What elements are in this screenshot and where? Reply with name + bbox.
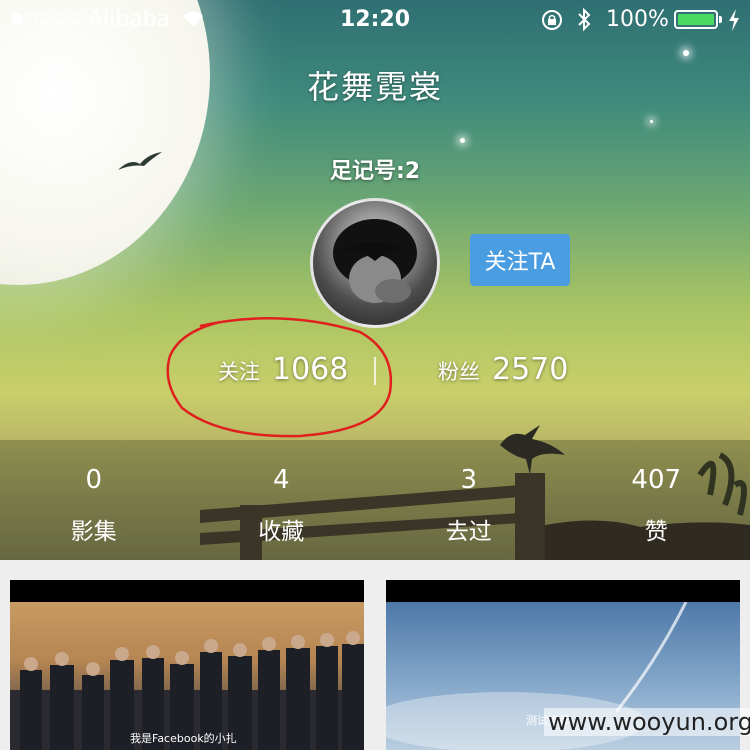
rotation-lock-icon <box>542 10 562 30</box>
count-albums[interactable]: 0 影集 <box>0 462 188 552</box>
red-circle-annotation <box>166 317 393 438</box>
battery-icon <box>674 10 722 29</box>
count-value: 4 <box>272 465 290 495</box>
avatar[interactable] <box>310 198 440 328</box>
status-bar: Alibaba 12:20 100% <box>0 0 750 40</box>
count-value: 0 <box>85 465 103 495</box>
battery-percent: 100% <box>606 7 669 32</box>
bluetooth-icon <box>578 7 591 32</box>
count-label: 收藏 <box>258 519 305 545</box>
moon-illustration <box>0 0 210 285</box>
count-visited[interactable]: 3 去过 <box>375 462 563 552</box>
charging-bolt-icon <box>729 9 739 31</box>
count-label: 去过 <box>445 519 492 545</box>
fans-count: 2570 <box>492 352 569 387</box>
card-header-bar <box>10 580 364 602</box>
avatar-photo <box>333 219 417 303</box>
fans-stat[interactable]: 粉丝 2570 <box>438 352 568 387</box>
star-decoration <box>683 50 689 56</box>
star-decoration <box>460 138 465 143</box>
content-card[interactable]: 我是Facebook的小扎 <box>10 580 364 750</box>
page-title: 花舞霓裳 <box>306 68 443 106</box>
star-decoration <box>650 120 653 123</box>
watermark: www.wooyun.org <box>544 708 750 736</box>
count-likes[interactable]: 407 赞 <box>563 462 750 552</box>
profile-counts: 0 影集 4 收藏 3 去过 407 赞 <box>0 462 750 552</box>
card-photo: 我是Facebook的小扎 <box>10 602 364 750</box>
footprint-id: 足记号:2 <box>329 159 421 184</box>
fans-label: 粉丝 <box>438 360 480 384</box>
follow-button[interactable]: 关注TA <box>470 234 570 286</box>
count-value: 407 <box>631 465 682 495</box>
card-caption: 我是Facebook的小扎 <box>130 732 237 745</box>
card-header-bar <box>386 580 740 602</box>
count-label: 影集 <box>70 519 117 545</box>
count-value: 3 <box>460 465 478 495</box>
count-label: 赞 <box>644 519 668 545</box>
count-favorites[interactable]: 4 收藏 <box>188 462 376 552</box>
